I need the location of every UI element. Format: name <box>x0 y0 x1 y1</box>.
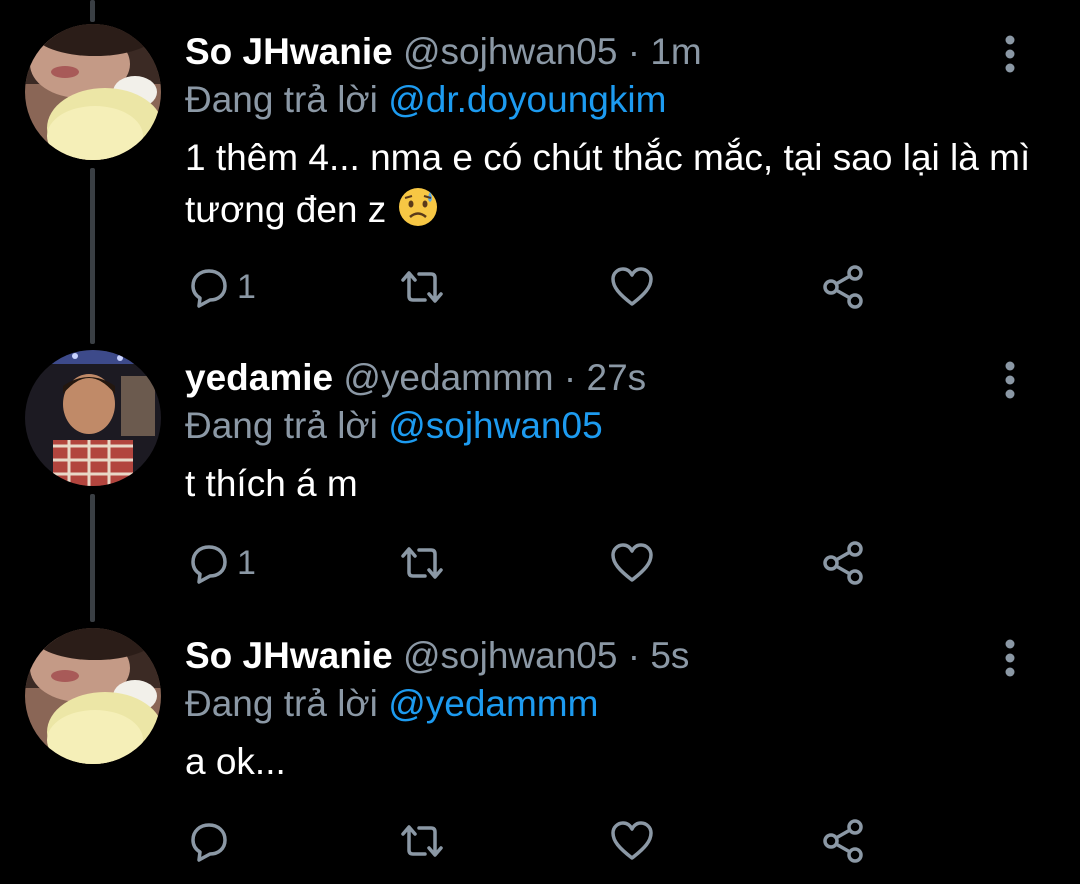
like-icon <box>609 264 655 310</box>
user-handle[interactable]: @yedammm <box>343 357 553 398</box>
timestamp[interactable]: 1m <box>650 31 701 72</box>
retweet-button[interactable] <box>397 262 447 312</box>
replying-prefix: Đang trả lời <box>185 683 378 724</box>
tweet[interactable]: yedamie @yedammm · 27s Đang trả lời @soj… <box>0 348 1080 598</box>
timestamp[interactable]: 5s <box>650 635 689 676</box>
tweet-text: 1 thêm 4... nma e có chút thắc mắc, tại … <box>185 132 1035 242</box>
mention-link[interactable]: @dr.doyoungkim <box>388 79 666 120</box>
retweet-icon <box>397 540 447 586</box>
separator-dot: · <box>563 357 577 398</box>
tweet-actions: 1 <box>185 262 885 312</box>
reply-icon <box>185 540 231 586</box>
share-icon <box>821 818 867 864</box>
timestamp[interactable]: 27s <box>587 357 647 398</box>
mention-link[interactable]: @yedammm <box>388 683 598 724</box>
replying-to: Đang trả lời @yedammm <box>185 682 598 726</box>
reply-icon <box>185 264 231 310</box>
display-name[interactable]: yedamie <box>185 357 333 398</box>
tweet-header: So JHwanie @sojhwan05 · 1m <box>185 30 702 74</box>
reply-button[interactable] <box>185 816 237 866</box>
share-button[interactable] <box>821 816 867 866</box>
replying-to: Đang trả lời @dr.doyoungkim <box>185 78 666 122</box>
replying-prefix: Đang trả lời <box>185 79 378 120</box>
reply-count: 1 <box>237 267 256 306</box>
tweet-text: a ok... <box>185 736 1035 788</box>
like-button[interactable] <box>609 816 655 866</box>
replying-to: Đang trả lời @sojhwan05 <box>185 404 603 448</box>
sad-sweat-face-emoji <box>397 186 439 242</box>
like-button[interactable] <box>609 538 655 588</box>
reply-count: 1 <box>237 543 256 582</box>
user-handle[interactable]: @sojhwan05 <box>403 31 617 72</box>
separator-dot: · <box>627 635 641 676</box>
share-button[interactable] <box>821 262 867 312</box>
reply-button[interactable]: 1 <box>185 538 256 588</box>
reply-icon <box>185 818 231 864</box>
tweet[interactable]: So JHwanie @sojhwan05 · 1m Đang trả lời … <box>0 22 1080 322</box>
retweet-button[interactable] <box>397 538 447 588</box>
more-options-icon[interactable] <box>992 34 1028 74</box>
replying-prefix: Đang trả lời <box>185 405 378 446</box>
display-name[interactable]: So JHwanie <box>185 635 393 676</box>
avatar[interactable] <box>25 24 161 160</box>
more-options-icon[interactable] <box>992 360 1028 400</box>
avatar[interactable] <box>25 628 161 764</box>
tweet-text: t thích á m <box>185 458 1035 510</box>
tweet-text-content: 1 thêm 4... nma e có chút thắc mắc, tại … <box>185 137 1031 230</box>
tweet[interactable]: So JHwanie @sojhwan05 · 5s Đang trả lời … <box>0 626 1080 876</box>
avatar[interactable] <box>25 350 161 486</box>
like-button[interactable] <box>609 262 655 312</box>
tweet-text-content: t thích á m <box>185 463 358 504</box>
mention-link[interactable]: @sojhwan05 <box>388 405 602 446</box>
display-name[interactable]: So JHwanie <box>185 31 393 72</box>
separator-dot: · <box>627 31 641 72</box>
tweet-text-content: a ok... <box>185 741 286 782</box>
retweet-icon <box>397 818 447 864</box>
retweet-icon <box>397 264 447 310</box>
tweet-actions: 1 <box>185 538 885 588</box>
retweet-button[interactable] <box>397 816 447 866</box>
share-icon <box>821 264 867 310</box>
more-options-icon[interactable] <box>992 638 1028 678</box>
user-handle[interactable]: @sojhwan05 <box>403 635 617 676</box>
share-icon <box>821 540 867 586</box>
share-button[interactable] <box>821 538 867 588</box>
tweet-header: yedamie @yedammm · 27s <box>185 356 646 400</box>
like-icon <box>609 540 655 586</box>
tweet-actions <box>185 816 885 866</box>
tweet-header: So JHwanie @sojhwan05 · 5s <box>185 634 689 678</box>
thread-line-top <box>90 0 95 22</box>
like-icon <box>609 818 655 864</box>
reply-button[interactable]: 1 <box>185 262 256 312</box>
